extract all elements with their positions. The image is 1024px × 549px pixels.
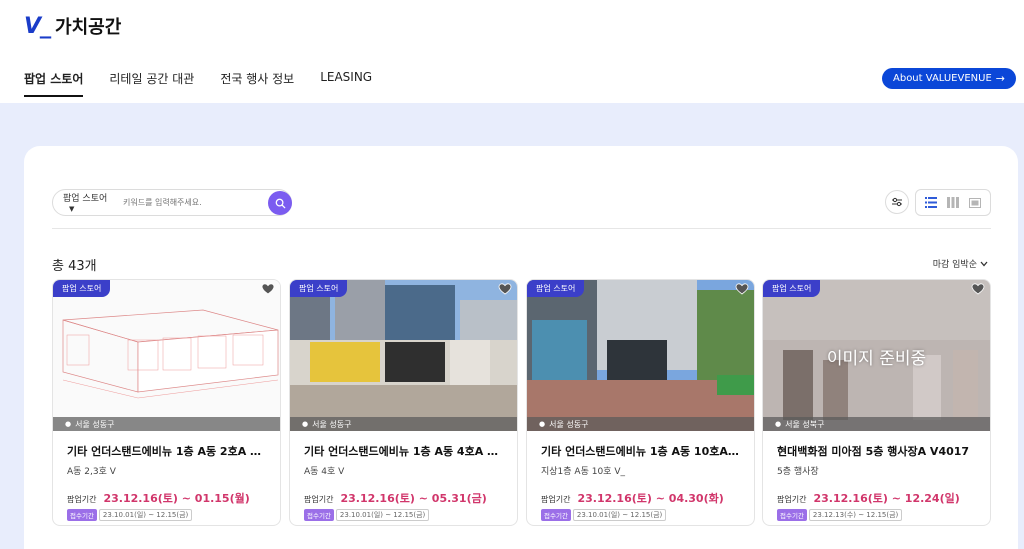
location-bar: ● 서울 성동구 bbox=[290, 417, 517, 431]
reception-period: 23.12.13(수) ~ 12.15(금) bbox=[808, 509, 903, 521]
chevron-down-icon bbox=[980, 261, 988, 266]
reception-label: 접수기간 bbox=[67, 509, 97, 521]
sort-label: 마감 임박순 bbox=[932, 260, 977, 270]
about-button[interactable]: About VALUEVENUE → bbox=[882, 68, 1016, 89]
reception-label: 접수기간 bbox=[304, 509, 334, 521]
search-button[interactable] bbox=[268, 191, 292, 215]
reception-label: 접수기간 bbox=[541, 509, 571, 521]
list-view-button[interactable] bbox=[924, 197, 938, 209]
caret-down-icon: ▼ bbox=[69, 205, 75, 213]
location-label: 서울 성동구 bbox=[549, 419, 589, 429]
pin-icon: ● bbox=[539, 420, 546, 428]
period-label: 팝업기간 bbox=[304, 495, 334, 504]
nav-popup-store[interactable]: 팝업 스토어 bbox=[24, 70, 84, 97]
view-toggle bbox=[915, 189, 991, 216]
floor-plan-image bbox=[53, 280, 280, 431]
search-bar: 팝업 스토어▼ bbox=[52, 189, 292, 216]
reception-period: 23.10.01(일) ~ 12.15(금) bbox=[98, 509, 193, 521]
card-image: 팝업 스토어 ● 서울 성동구 bbox=[527, 280, 754, 431]
result-count: 총 43개 bbox=[52, 259, 97, 274]
heart-icon[interactable] bbox=[971, 282, 985, 296]
filter-button[interactable] bbox=[885, 190, 909, 214]
card-title: 기타 언더스탠드에비뉴 1층 A동 4호A V_... bbox=[304, 445, 503, 458]
nav-events[interactable]: 전국 행사 정보 bbox=[220, 70, 294, 97]
storefront-photo bbox=[290, 280, 517, 431]
reception-period: 23.10.01(일) ~ 12.15(금) bbox=[572, 509, 667, 521]
grid-view-icon bbox=[947, 197, 959, 208]
location-bar: ● 서울 성동구 bbox=[527, 417, 754, 431]
popup-card[interactable]: 이미지 준비중 팝업 스토어 ● 서울 성북구 현대백화점 미아점 5층 행사장… bbox=[762, 279, 991, 526]
map-view-icon bbox=[969, 198, 981, 208]
reception-label: 접수기간 bbox=[777, 509, 807, 521]
popup-card[interactable]: 팝업 스토어 ● 서울 성동구 기타 언더스탠드에비뉴 1층 A동 2호A V_… bbox=[52, 279, 281, 526]
period-label: 팝업기간 bbox=[777, 495, 807, 504]
nav-retail-rental[interactable]: 리테일 공간 대관 bbox=[109, 70, 194, 97]
location-label: 서울 성동구 bbox=[312, 419, 352, 429]
nav-leasing[interactable]: LEASING bbox=[320, 70, 372, 97]
card-subtitle: 5층 행사장 bbox=[777, 467, 819, 477]
logo[interactable]: V_ 가치공간 bbox=[24, 13, 122, 39]
location-bar: ● 서울 성동구 bbox=[53, 417, 280, 431]
logo-text: 가치공간 bbox=[55, 17, 122, 38]
filter-icon bbox=[892, 197, 902, 207]
card-subtitle: A동 4호 V bbox=[304, 467, 345, 477]
storefront-photo bbox=[527, 280, 754, 431]
category-badge: 팝업 스토어 bbox=[53, 280, 111, 297]
list-view-icon bbox=[925, 197, 937, 208]
popup-period: 23.12.16(토) ~ 12.24(일) bbox=[813, 492, 960, 505]
grid-view-button[interactable] bbox=[946, 197, 960, 209]
main-nav: 팝업 스토어 리테일 공간 대관 전국 행사 정보 LEASING bbox=[24, 70, 372, 97]
logo-mark: V_ bbox=[24, 13, 51, 39]
card-title: 기타 언더스탠드에비뉴 1층 A동 2호A V_... bbox=[67, 445, 266, 458]
heart-icon[interactable] bbox=[498, 282, 512, 296]
period-label: 팝업기간 bbox=[541, 495, 571, 504]
sort-dropdown[interactable]: 마감 임박순 bbox=[933, 257, 988, 270]
card-subtitle: 지상1층 A동 10호 V_ bbox=[541, 467, 625, 477]
category-badge: 팝업 스토어 bbox=[290, 280, 348, 297]
popup-card[interactable]: 팝업 스토어 ● 서울 성동구 기타 언더스탠드에비뉴 1층 A동 10호A V… bbox=[526, 279, 755, 526]
location-label: 서울 성북구 bbox=[785, 419, 825, 429]
category-select[interactable]: 팝업 스토어▼ bbox=[53, 191, 115, 214]
card-image: 이미지 준비중 팝업 스토어 ● 서울 성북구 bbox=[763, 280, 990, 431]
card-image: 팝업 스토어 ● 서울 성동구 bbox=[290, 280, 517, 431]
card-title: 현대백화점 미아점 5층 행사장A V4017 bbox=[777, 445, 970, 458]
heart-icon[interactable] bbox=[261, 282, 275, 296]
image-placeholder-text: 이미지 준비중 bbox=[826, 349, 927, 369]
location-label: 서울 성동구 bbox=[75, 419, 115, 429]
popup-period: 23.12.16(토) ~ 01.15(월) bbox=[103, 492, 250, 505]
pin-icon: ● bbox=[775, 420, 782, 428]
card-image: 팝업 스토어 ● 서울 성동구 bbox=[53, 280, 280, 431]
search-input[interactable] bbox=[123, 198, 235, 207]
period-label: 팝업기간 bbox=[67, 495, 97, 504]
popup-card[interactable]: 팝업 스토어 ● 서울 성동구 기타 언더스탠드에비뉴 1층 A동 4호A V_… bbox=[289, 279, 518, 526]
category-badge: 팝업 스토어 bbox=[527, 280, 585, 297]
category-badge: 팝업 스토어 bbox=[763, 280, 821, 297]
pin-icon: ● bbox=[302, 420, 309, 428]
pin-icon: ● bbox=[65, 420, 72, 428]
about-button-label: About VALUEVENUE bbox=[893, 73, 992, 84]
map-view-button[interactable] bbox=[968, 197, 982, 209]
arrow-right-icon: → bbox=[995, 72, 1005, 85]
location-bar: ● 서울 성북구 bbox=[763, 417, 990, 431]
category-select-label: 팝업 스토어 bbox=[63, 194, 108, 204]
popup-period: 23.12.16(토) ~ 05.31(금) bbox=[340, 492, 487, 505]
reception-period: 23.10.01(일) ~ 12.15(금) bbox=[335, 509, 430, 521]
card-title: 기타 언더스탠드에비뉴 1층 A동 10호A V_... bbox=[541, 445, 740, 458]
popup-period: 23.12.16(토) ~ 04.30(화) bbox=[577, 492, 724, 505]
heart-icon[interactable] bbox=[735, 282, 749, 296]
divider bbox=[52, 228, 991, 229]
search-icon bbox=[275, 198, 285, 208]
card-subtitle: A동 2,3호 V bbox=[67, 467, 116, 477]
